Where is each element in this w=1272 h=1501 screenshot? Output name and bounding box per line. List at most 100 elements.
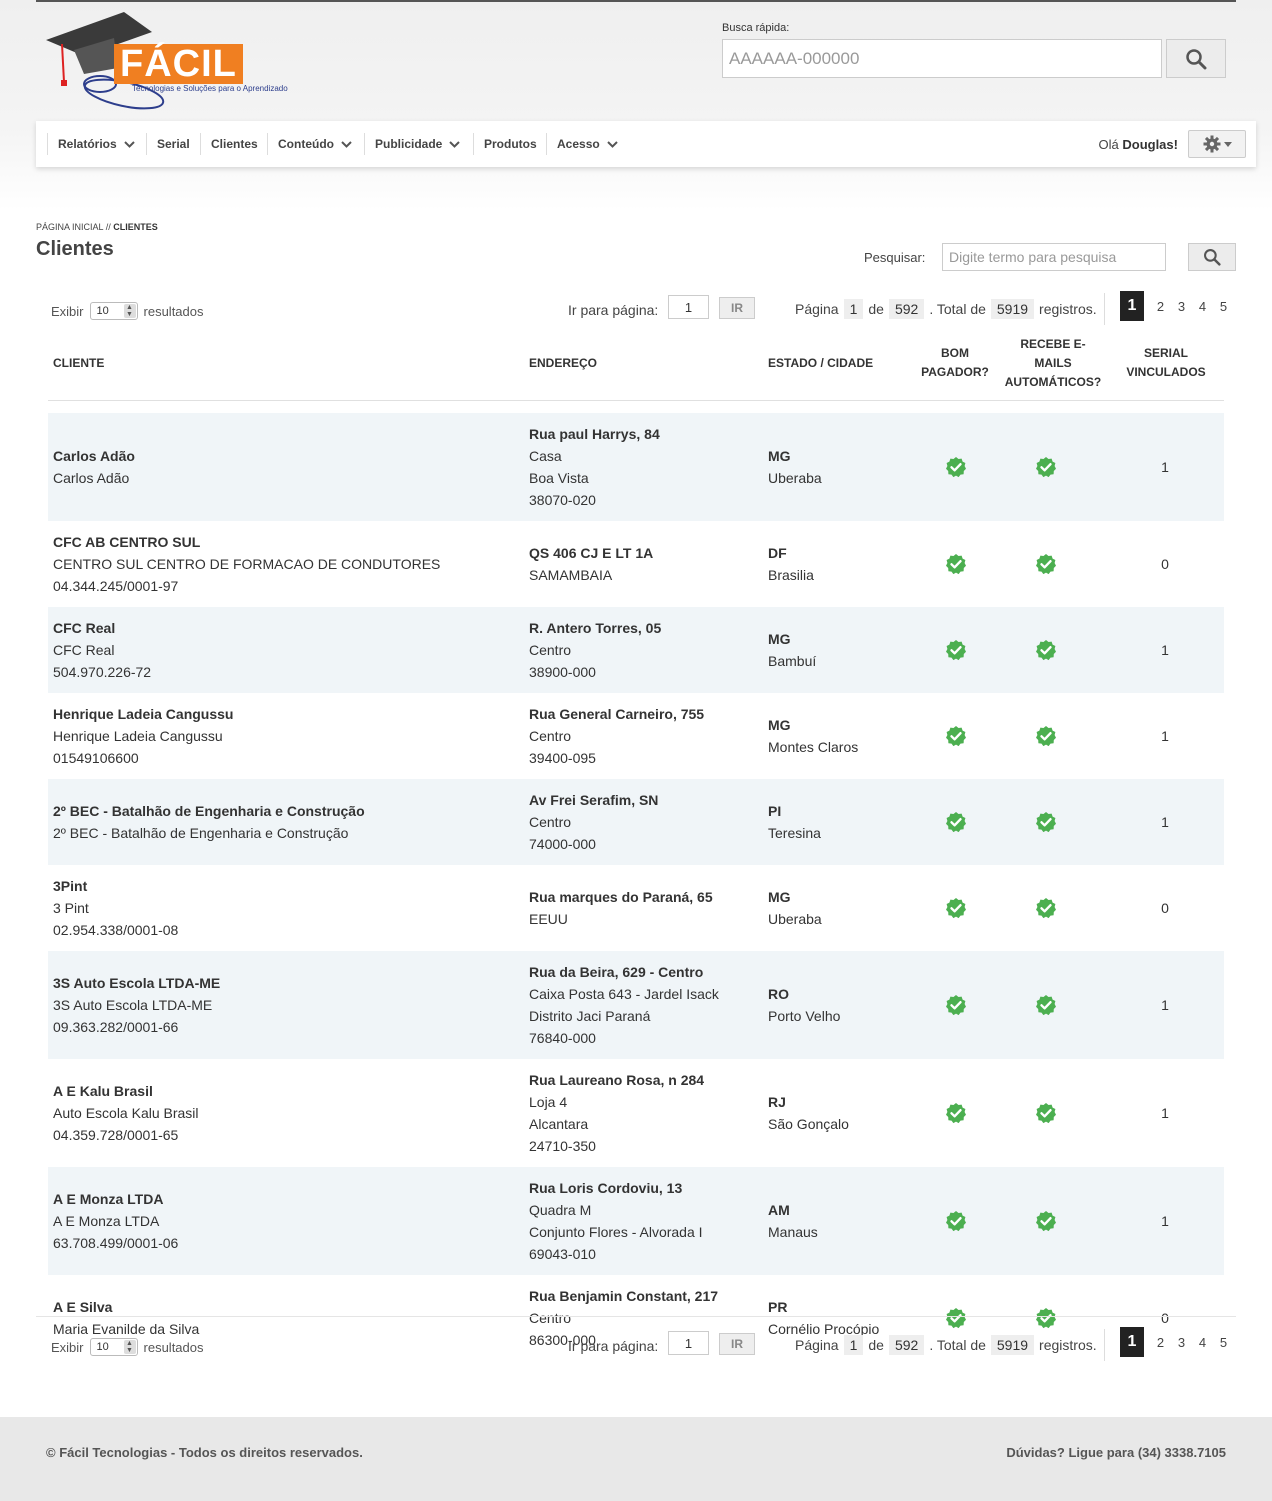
breadcrumb-home[interactable]: PÁGINA INICIAL: [36, 222, 103, 232]
page-size-select[interactable]: 10 ▲ ▼: [89, 1338, 138, 1356]
page-link[interactable]: 3: [1171, 299, 1192, 314]
page-link[interactable]: 4: [1192, 299, 1213, 314]
city: Bambuí: [768, 653, 817, 669]
serial-count: 1: [1161, 459, 1169, 475]
search-button[interactable]: [1188, 243, 1236, 271]
client-name: Carlos Adão: [53, 448, 135, 464]
page-link[interactable]: 5: [1213, 1335, 1234, 1350]
address-cell: Rua General Carneiro, 755 Centro 39400-095: [529, 703, 704, 769]
address-detail: Caixa Posta 643 - Jardel Isack: [529, 986, 719, 1002]
client-cell[interactable]: 2º BEC - Batalhão de Engenharia e Constr…: [53, 800, 365, 844]
gear-icon: [1203, 135, 1220, 153]
client-cell[interactable]: CFC AB CENTRO SUL CENTRO SUL CENTRO DE FO…: [53, 531, 440, 597]
client-cell[interactable]: 3Pint 3 Pint 02.954.338/0001-08: [53, 875, 178, 941]
page-link[interactable]: 3: [1171, 1335, 1192, 1350]
table-row[interactable]: CFC Real CFC Real 504.970.226-72 R. Antero …: [48, 607, 1224, 693]
client-cell[interactable]: A E Monza LTDA A E Monza LTDA 63.708.499/0…: [53, 1188, 178, 1254]
goto-page-input[interactable]: [668, 1331, 709, 1355]
page-size-value: 10: [96, 1341, 109, 1353]
main-nav: Relatórios Serial Clientes Conteúdo Publ…: [36, 121, 1256, 167]
state: AM: [768, 1202, 790, 1218]
col-header-client[interactable]: CLIENTE: [53, 354, 104, 373]
page-size-value: 10: [96, 305, 109, 317]
page-size-select[interactable]: 10 ▲ ▼: [89, 302, 138, 320]
goto-label: Ir para página:: [568, 1338, 659, 1354]
serial-count: 1: [1161, 728, 1169, 744]
state: RJ: [768, 1094, 786, 1110]
clients-table-body: Carlos Adão Carlos Adão Rua paul Harrys, 8…: [48, 413, 1224, 1361]
client-name: CFC AB CENTRO SUL: [53, 534, 201, 550]
state: DF: [768, 545, 787, 561]
table-row[interactable]: Carlos Adão Carlos Adão Rua paul Harrys, 8…: [48, 413, 1224, 521]
nav-clientes[interactable]: Clientes: [200, 133, 258, 155]
client-cell[interactable]: 3S Auto Escola LTDA-ME 3S Auto Escola LTD…: [53, 972, 220, 1038]
table-row[interactable]: A E Kalu Brasil Auto Escola Kalu Brasil 04…: [48, 1059, 1224, 1167]
search-input[interactable]: [942, 243, 1166, 271]
copyright-text: © Fácil Tecnologias - Todos os direitos …: [46, 1445, 363, 1460]
records-label: registros.: [1039, 301, 1097, 317]
of-label: de: [868, 301, 884, 317]
page-link[interactable]: 4: [1192, 1335, 1213, 1350]
address-street: R. Antero Torres, 05: [529, 620, 662, 636]
state: MG: [768, 448, 791, 464]
address-detail: EEUU: [529, 911, 568, 927]
nav-serial[interactable]: Serial: [146, 133, 190, 155]
nav-publicidade[interactable]: Publicidade: [364, 133, 461, 155]
go-button[interactable]: IR: [719, 297, 755, 319]
auto-emails-check-icon: [1035, 639, 1057, 661]
client-cell[interactable]: A E Kalu Brasil Auto Escola Kalu Brasil 04…: [53, 1080, 199, 1146]
page-link[interactable]: 5: [1213, 299, 1234, 314]
header-line: MAILS: [1034, 356, 1072, 370]
user-greeting: Olá Douglas!: [1099, 137, 1179, 152]
page-link[interactable]: 2: [1150, 299, 1171, 314]
col-header-auto-emails[interactable]: RECEBE E- MAILS AUTOMÁTICOS?: [998, 335, 1108, 392]
facil-logo[interactable]: FÁCIL Tecnologias e Soluções para o Apre…: [44, 10, 288, 115]
goto-page-input[interactable]: [668, 295, 709, 319]
col-header-good-payer[interactable]: BOM PAGADOR?: [910, 344, 1000, 382]
address-cell: Rua da Beira, 629 - Centro Caixa Posta 64…: [529, 961, 719, 1049]
nav-conteudo[interactable]: Conteúdo: [267, 133, 352, 155]
address-street: Rua Loris Cordoviu, 13: [529, 1180, 683, 1196]
page-link[interactable]: 2: [1150, 1335, 1171, 1350]
table-row[interactable]: Henrique Ladeia Cangussu Henrique Ladeia …: [48, 693, 1224, 779]
serial-count: 1: [1161, 997, 1169, 1013]
table-row[interactable]: A E Monza LTDA A E Monza LTDA 63.708.499/0…: [48, 1167, 1224, 1275]
address-detail: 76840-000: [529, 1030, 596, 1046]
nav-acesso[interactable]: Acesso: [546, 133, 618, 155]
client-detail: 3 Pint: [53, 900, 89, 916]
address-cell: Rua Laureano Rosa, n 284 Loja 4 Alcantara 2…: [529, 1069, 704, 1157]
quick-search-input[interactable]: [722, 39, 1162, 78]
state-city-cell: MG Uberaba: [768, 445, 822, 489]
client-name: A E Kalu Brasil: [53, 1083, 153, 1099]
page-info: Página 1 de 592 . Total de 5919 registro…: [795, 299, 1097, 319]
client-cell[interactable]: Carlos Adão Carlos Adão: [53, 445, 135, 489]
pager-top: Exibir 10 ▲▼ resultados Ir para página: I…: [0, 291, 1272, 325]
greeting-suffix: !: [1173, 137, 1178, 152]
client-name: 3Pint: [53, 878, 88, 894]
client-cell[interactable]: Henrique Ladeia Cangussu Henrique Ladeia …: [53, 703, 233, 769]
address-detail: Casa: [529, 448, 562, 464]
state: MG: [768, 889, 791, 905]
col-header-address[interactable]: ENDEREÇO: [529, 354, 597, 373]
nav-produtos[interactable]: Produtos: [473, 133, 537, 155]
state-city-cell: PI Teresina: [768, 800, 821, 844]
go-button[interactable]: IR: [719, 1333, 755, 1355]
address-detail: Centro: [529, 728, 572, 744]
page-link-current[interactable]: 1: [1120, 291, 1144, 321]
nav-relatorios[interactable]: Relatórios: [47, 133, 135, 155]
client-cell[interactable]: CFC Real CFC Real 504.970.226-72: [53, 617, 151, 683]
col-header-state-city[interactable]: ESTADO / CIDADE: [768, 354, 873, 373]
col-header-serial[interactable]: SERIAL VINCULADOS: [1116, 344, 1216, 382]
search-icon: [1186, 48, 1207, 69]
page-link-current[interactable]: 1: [1120, 1327, 1144, 1357]
table-row[interactable]: 2º BEC - Batalhão de Engenharia e Constr…: [48, 779, 1224, 865]
table-row[interactable]: 3S Auto Escola LTDA-ME 3S Auto Escola LTD…: [48, 951, 1224, 1059]
settings-dropdown-button[interactable]: [1188, 130, 1246, 158]
table-row[interactable]: 3Pint 3 Pint 02.954.338/0001-08 Rua marques…: [48, 865, 1224, 951]
state-city-cell: MG Bambuí: [768, 628, 816, 672]
select-arrows-icon: ▲ ▼: [123, 1340, 136, 1354]
quick-search-button[interactable]: [1166, 39, 1226, 78]
table-row[interactable]: CFC AB CENTRO SUL CENTRO SUL CENTRO DE FO…: [48, 521, 1224, 607]
client-detail: 01549106600: [53, 750, 139, 766]
good-payer-check-icon: [945, 897, 967, 919]
